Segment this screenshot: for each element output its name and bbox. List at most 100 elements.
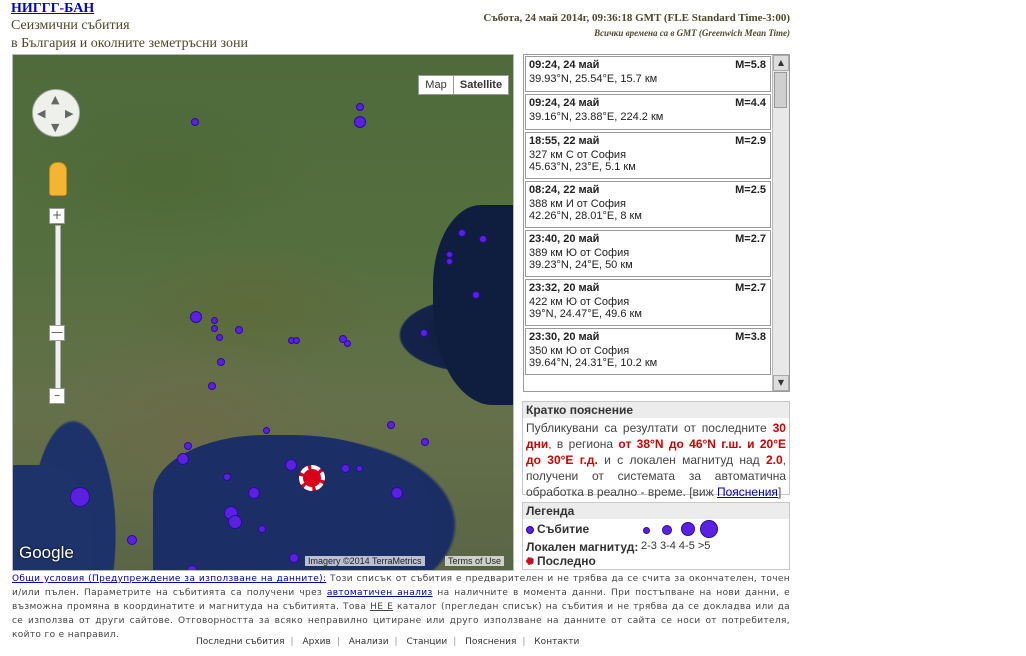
event-magnitude: M=3.8: [735, 331, 766, 343]
quake-marker[interactable]: [344, 340, 351, 347]
terms-of-use-link[interactable]: Terms of Use: [445, 556, 505, 566]
zoom-slider-handle[interactable]: —: [49, 325, 65, 341]
quake-marker[interactable]: [391, 487, 403, 499]
mag-dot-gt5-icon: [700, 520, 718, 538]
note-text: , в региона: [548, 437, 614, 451]
quake-marker[interactable]: [228, 515, 242, 529]
map-type-map-button[interactable]: Map: [418, 75, 454, 95]
event-line-1: 389 км Ю от София: [529, 247, 630, 259]
event-line-2: 39.64°N, 24.31°E, 10.2 км: [529, 357, 658, 369]
quake-marker[interactable]: [285, 459, 297, 471]
event-time: 09:24, 24 май: [529, 59, 600, 71]
event-item[interactable]: 09:24, 24 май M=4.4 39.16°N, 23.88°E, 22…: [525, 94, 771, 130]
zoom-out-button[interactable]: –: [49, 388, 65, 404]
short-explanation-panel: Кратко пояснение Публикувани са резултат…: [522, 401, 790, 499]
nav-analyses[interactable]: Анализи: [349, 637, 389, 647]
nav-contacts[interactable]: Контакти: [534, 637, 579, 647]
nav-latest-events[interactable]: Последни събития: [196, 637, 285, 647]
quake-marker[interactable]: [263, 427, 270, 434]
quake-marker[interactable]: [208, 382, 216, 390]
quake-marker[interactable]: [421, 438, 429, 446]
note-text: и с локален магнитуд над: [604, 453, 760, 467]
event-item[interactable]: 23:40, 20 май M=2.7 389 км Ю от София 39…: [525, 230, 771, 277]
pan-left-icon[interactable]: ◀: [37, 107, 45, 120]
quake-marker[interactable]: [211, 325, 218, 332]
nav-archive[interactable]: Архив: [302, 637, 330, 647]
quake-marker[interactable]: [223, 473, 231, 481]
nav-stations[interactable]: Станции: [406, 637, 447, 647]
quake-marker[interactable]: [420, 329, 428, 337]
event-item[interactable]: 23:32, 20 май M=2.7 422 км Ю от София 39…: [525, 279, 771, 326]
event-time: 08:24, 22 май: [529, 184, 600, 196]
event-time: 23:40, 20 май: [529, 233, 600, 245]
quake-marker[interactable]: [387, 421, 395, 429]
event-item[interactable]: 08:24, 22 май M=2.5 388 км И от София 42…: [525, 181, 771, 228]
seismic-map[interactable]: Map Satellite ▲ ▼ ◀ ▶ + — – Google Image…: [12, 54, 514, 571]
event-dot-icon: [526, 526, 534, 534]
quake-marker[interactable]: [187, 565, 197, 570]
aegean-sea: [153, 435, 433, 570]
disclaimer: Общи условия (Предупреждение за използва…: [12, 572, 790, 642]
street-view-pegman-icon[interactable]: [49, 162, 67, 196]
auto-analysis-link[interactable]: автоматичен анализ: [327, 588, 433, 598]
org-link[interactable]: НИГГГ-БАН: [11, 1, 94, 17]
quake-marker[interactable]: [341, 464, 350, 473]
site-subtitle-1: Сеизмични събития: [11, 18, 130, 33]
pan-control[interactable]: ▲ ▼ ◀ ▶: [32, 89, 80, 137]
event-item[interactable]: 18:55, 22 май M=2.9 327 км С от София 45…: [525, 132, 771, 179]
quake-marker[interactable]: [248, 487, 260, 499]
quake-marker[interactable]: [293, 337, 300, 344]
pan-up-icon[interactable]: ▲: [51, 93, 59, 106]
explanations-link[interactable]: Пояснения: [717, 485, 778, 499]
event-line-2: 45.63°N, 23°E, 5.1 км: [529, 161, 636, 173]
scroll-up-icon[interactable]: ▲: [773, 55, 789, 71]
event-magnitude: M=2.5: [735, 184, 766, 196]
event-magnitude: M=2.9: [735, 135, 766, 147]
quake-marker[interactable]: [127, 535, 137, 545]
zoom-in-button[interactable]: +: [49, 208, 65, 224]
quake-marker[interactable]: [472, 291, 480, 299]
event-line-1: 327 км С от София: [529, 149, 627, 161]
events-list-scrollbar[interactable]: ▲ ▼: [772, 55, 789, 391]
quake-marker[interactable]: [289, 553, 299, 563]
last-event-marker[interactable]: [299, 465, 325, 491]
event-line-2: 39.23°N, 24°E, 50 км: [529, 259, 633, 271]
mag-dot-2-3-icon: [643, 527, 650, 534]
event-time: 09:24, 24 май: [529, 97, 600, 109]
quake-marker[interactable]: [177, 453, 189, 465]
mag-dot-4-5-icon: [681, 522, 695, 536]
event-item[interactable]: 23:30, 20 май M=3.8 350 км Ю от София 39…: [525, 328, 771, 375]
event-magnitude: M=2.7: [735, 282, 766, 294]
map-type-satellite-button[interactable]: Satellite: [453, 75, 509, 95]
quake-marker[interactable]: [354, 116, 366, 128]
quake-marker[interactable]: [479, 235, 487, 243]
quake-marker[interactable]: [190, 311, 202, 323]
quake-marker[interactable]: [258, 525, 266, 533]
quake-marker[interactable]: [458, 229, 466, 237]
quake-marker[interactable]: [356, 465, 363, 472]
quake-marker[interactable]: [191, 118, 199, 126]
scroll-down-icon[interactable]: ▼: [773, 375, 789, 391]
quake-marker[interactable]: [211, 317, 218, 324]
events-list[interactable]: 09:24, 24 май M=5.8 39.93°N, 25.54°E, 15…: [523, 54, 790, 392]
last-event-legend-icon: [526, 557, 534, 565]
quake-marker[interactable]: [70, 487, 90, 507]
nav-explanations[interactable]: Пояснения: [465, 637, 516, 647]
quake-marker[interactable]: [217, 358, 225, 366]
quake-marker[interactable]: [216, 334, 223, 341]
quake-marker[interactable]: [446, 251, 453, 258]
event-item[interactable]: 09:24, 24 май M=5.8 39.93°N, 25.54°E, 15…: [525, 56, 771, 92]
quake-marker[interactable]: [446, 258, 453, 265]
quake-marker[interactable]: [184, 442, 192, 450]
pan-down-icon[interactable]: ▼: [51, 121, 59, 134]
terms-link[interactable]: Общи условия (Предупреждение за използва…: [12, 574, 326, 584]
quake-marker[interactable]: [235, 326, 243, 334]
scroll-thumb[interactable]: [774, 72, 787, 108]
legend-mag-label: Локален магнитуд:: [526, 540, 639, 554]
note-magnitude: 2.0: [765, 453, 783, 467]
quake-marker[interactable]: [356, 103, 364, 111]
legend-event-label: Събитие: [537, 522, 590, 536]
zoom-slider-track[interactable]: [55, 225, 61, 399]
pan-right-icon[interactable]: ▶: [65, 107, 73, 120]
legend-last-label: Последно: [537, 554, 596, 568]
